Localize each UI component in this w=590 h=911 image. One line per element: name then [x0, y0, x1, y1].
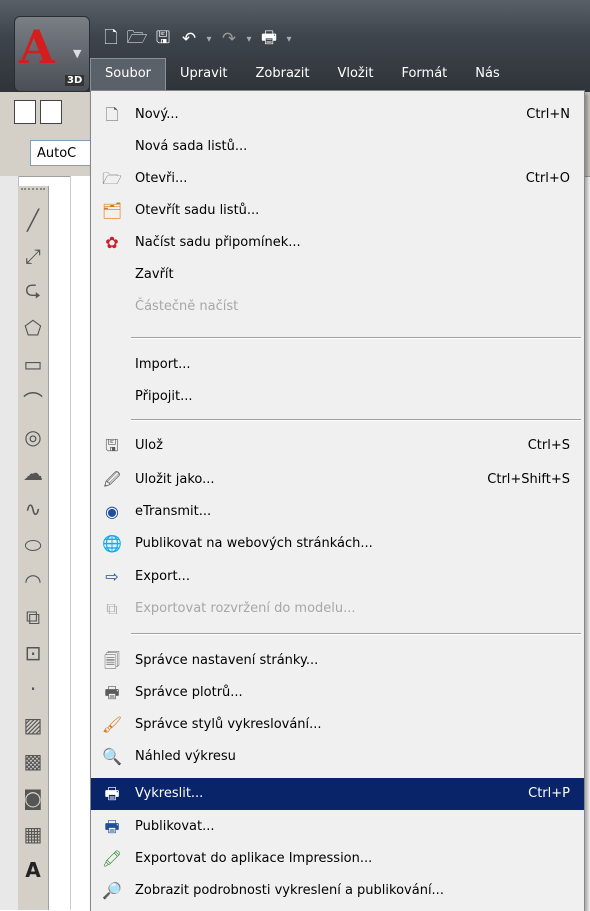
- toolbar-open-icon[interactable]: [40, 100, 62, 124]
- polygon-icon[interactable]: ⬠: [18, 310, 48, 346]
- menu-separator: [131, 337, 581, 339]
- menu-item-plot-details[interactable]: 🔎 Zobrazit podrobnosti vykreslení a publ…: [91, 875, 584, 907]
- toolbar-grip[interactable]: [21, 188, 45, 200]
- rectangle-icon[interactable]: ▭: [18, 346, 48, 382]
- ellipse-arc-icon[interactable]: ◠: [18, 563, 48, 599]
- undo-dropdown-icon[interactable]: ▾: [204, 34, 214, 45]
- save-icon[interactable]: 🖫: [152, 28, 174, 50]
- menu-item-close[interactable]: Zavřít: [91, 259, 584, 291]
- multiline-text-icon[interactable]: A: [18, 852, 48, 888]
- plot-preview-icon: 🔍: [102, 747, 122, 766]
- quick-access-toolbar: 🗋 🗁 🖫 ↶ ▾ ↷ ▾ 🖶 ▾: [100, 26, 294, 52]
- menu-item-plot-style-manager[interactable]: 🖌 Správce stylů vykreslování...: [91, 709, 584, 741]
- menu-format[interactable]: Formát: [387, 58, 461, 90]
- circle-icon[interactable]: ◎: [18, 419, 48, 455]
- plot-style-icon: 🖌: [101, 715, 123, 734]
- menu-item-new-sheet-set[interactable]: Nová sada listů...: [91, 131, 584, 163]
- menu-separator: [131, 419, 581, 421]
- menu-upravit[interactable]: Upravit: [166, 58, 241, 90]
- menu-soubor[interactable]: Soubor: [90, 58, 166, 90]
- menu-item-attach[interactable]: Připojit...: [91, 381, 584, 413]
- spline-icon[interactable]: ∿: [18, 491, 48, 527]
- menu-item-import[interactable]: Import...: [91, 349, 584, 381]
- chevron-down-icon: ▼: [73, 47, 82, 60]
- revision-cloud-icon[interactable]: ☁: [18, 455, 48, 491]
- menu-item-publish-web[interactable]: 🌐 Publikovat na webových stránkách...: [91, 528, 584, 560]
- title-bar: A ▼ 3D 🗋 🗁 🖫 ↶ ▾ ↷ ▾ 🖶 ▾ Soubor Upravit …: [0, 0, 590, 92]
- hatch-icon[interactable]: ▨: [18, 707, 48, 743]
- publish-web-icon: 🌐: [102, 534, 122, 553]
- open-icon[interactable]: 🗁: [126, 28, 148, 50]
- menu-item-publish[interactable]: 🖶 Publikovat...: [91, 811, 584, 843]
- menu-item-page-setup-manager[interactable]: 🗐 Správce nastavení stránky...: [91, 645, 584, 677]
- menu-item-save[interactable]: 🖫 Ulož Ctrl+S: [91, 430, 584, 462]
- open-folder-icon: 🗁: [102, 169, 122, 188]
- region-icon[interactable]: ◙: [18, 780, 48, 816]
- menu-item-export-impression[interactable]: 🖍 Exportovat do aplikace Impression...: [91, 843, 584, 875]
- menu-item-plot[interactable]: 🖶 Vykreslit... Ctrl+P: [91, 778, 584, 810]
- polyline-icon[interactable]: ⮎: [18, 274, 48, 310]
- save-as-icon: 🖉: [103, 470, 121, 489]
- redo-dropdown-icon[interactable]: ▾: [244, 34, 254, 45]
- menu-item-save-as[interactable]: 🖉 Uložit jako... Ctrl+Shift+S: [91, 464, 584, 496]
- menu-item-plot-preview[interactable]: 🔍 Náhled výkresu: [91, 741, 584, 773]
- new-icon[interactable]: 🗋: [100, 28, 122, 50]
- point-icon[interactable]: ·: [18, 671, 48, 707]
- gradient-icon[interactable]: ▩: [18, 743, 48, 779]
- page-setup-icon: 🗐: [104, 651, 120, 670]
- menu-vlozit[interactable]: Vložit: [323, 58, 387, 90]
- redo-icon[interactable]: ↷: [218, 28, 240, 50]
- menu-item-export[interactable]: ⇨ Export...: [91, 561, 584, 593]
- save-icon: 🖫: [105, 436, 119, 455]
- left-dock-edge: [0, 176, 19, 910]
- menu-bar: Soubor Upravit Zobrazit Vložit Formát Ná…: [90, 58, 514, 90]
- plot-details-icon: 🔎: [102, 881, 122, 900]
- plot-printer-icon: 🖶: [104, 784, 120, 803]
- ellipse-icon[interactable]: ⬭: [18, 527, 48, 563]
- dropdown-icon[interactable]: ▾: [284, 34, 294, 45]
- insert-block-icon[interactable]: ⧉: [18, 599, 48, 635]
- table-icon[interactable]: ▦: [18, 816, 48, 852]
- arc-icon[interactable]: ⌒: [18, 382, 48, 418]
- toolbar-new-icon[interactable]: [14, 100, 36, 124]
- plotter-manager-icon: 🖶: [104, 683, 120, 702]
- undo-icon[interactable]: ↶: [178, 28, 200, 50]
- menu-item-export-layout: ⧉ Exportovat rozvržení do modelu...: [91, 593, 584, 625]
- line-icon[interactable]: ╱: [18, 202, 48, 238]
- menu-item-partial-load: Částečně načíst: [135, 299, 239, 314]
- menu-item-open[interactable]: 🗁 Otevři... Ctrl+O: [91, 163, 584, 195]
- menu-separator: [131, 633, 581, 635]
- construction-line-icon[interactable]: ⤢: [18, 238, 48, 274]
- menu-item-plotter-manager[interactable]: 🖶 Správce plotrů...: [91, 677, 584, 709]
- new-document-icon: 🗋: [105, 105, 119, 124]
- menu-nastroje[interactable]: Nás: [461, 58, 513, 90]
- open-sheet-set-icon: 🗂: [101, 201, 123, 220]
- impression-icon: 🖍: [101, 849, 123, 868]
- menu-item-load-markup-set[interactable]: ✿ Načíst sadu připomínek...: [91, 227, 584, 259]
- export-layout-icon: ⧉: [106, 599, 118, 618]
- menu-zobrazit[interactable]: Zobrazit: [241, 58, 323, 90]
- 3d-badge: 3D: [65, 75, 85, 86]
- etransmit-icon: ◉: [105, 502, 119, 521]
- load-markup-icon: ✿: [105, 233, 119, 252]
- make-block-icon[interactable]: ⊡: [18, 635, 48, 671]
- application-menu-button[interactable]: A ▼ 3D: [14, 16, 90, 92]
- menu-item-etransmit[interactable]: ◉ eTransmit...: [91, 496, 584, 528]
- export-icon: ⇨: [105, 567, 119, 586]
- plot-icon[interactable]: 🖶: [258, 28, 280, 50]
- publish-icon: 🖶: [104, 817, 120, 836]
- menu-item-open-sheet-set[interactable]: 🗂 Otevřít sadu listů...: [91, 195, 584, 227]
- menu-item-new[interactable]: 🗋 Nový... Ctrl+N: [91, 99, 584, 131]
- file-menu-dropdown: 🗋 Nový... Ctrl+N Nová sada listů... 🗁 Ot…: [90, 90, 585, 911]
- autocad-logo-icon: A: [19, 20, 55, 74]
- draw-toolbar: ╱ ⤢ ⮎ ⬠ ▭ ⌒ ◎ ☁ ∿ ⬭ ◠ ⧉ ⊡ · ▨ ▩ ◙ ▦ A: [18, 186, 49, 910]
